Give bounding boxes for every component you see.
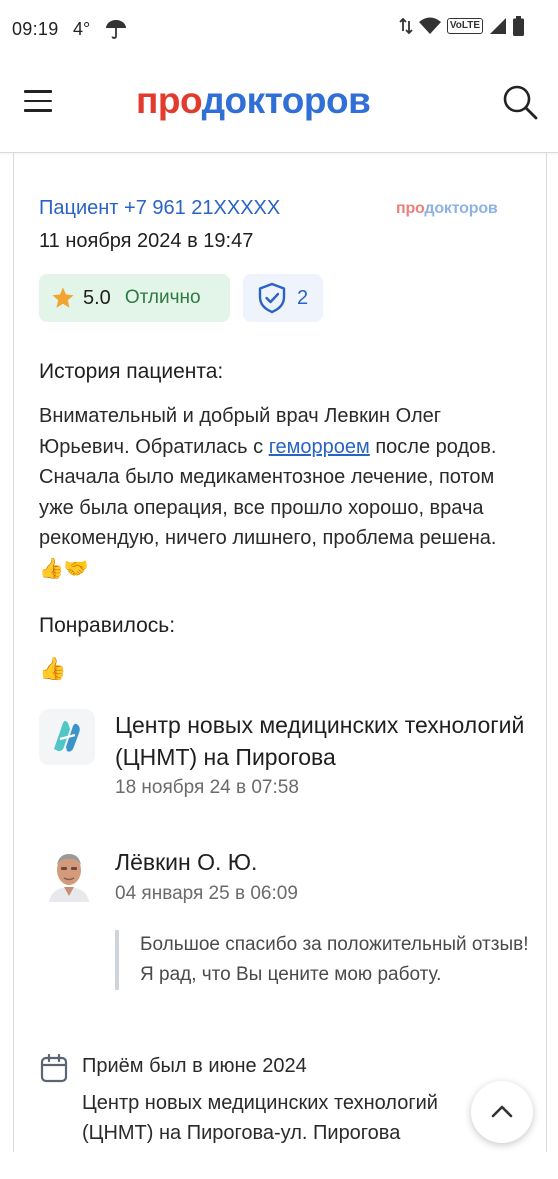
visit-date-title: Приём был в июне 2024 bbox=[82, 1055, 307, 1077]
logo-part-pro: про bbox=[136, 80, 202, 121]
rating-badge[interactable]: 5.0 Отлично bbox=[39, 274, 230, 322]
verification-count: 2 bbox=[297, 286, 309, 309]
status-time: 09:19 bbox=[12, 19, 59, 39]
umbrella-icon bbox=[106, 20, 126, 39]
wifi-icon bbox=[418, 17, 441, 34]
doctor-reply-text: Большое спасибо за положительный отзыв! … bbox=[115, 930, 540, 990]
search-icon[interactable] bbox=[502, 84, 538, 120]
scroll-top-button[interactable] bbox=[471, 1081, 533, 1143]
verification-badge[interactable]: 2 bbox=[243, 274, 323, 322]
status-temperature: 4° bbox=[73, 19, 91, 39]
data-arrows-icon bbox=[399, 17, 413, 35]
rating-word: Отлично bbox=[124, 287, 201, 308]
signal-icon bbox=[490, 18, 506, 34]
review-author[interactable]: Пациент +7 961 21XXXXX bbox=[39, 197, 280, 220]
doctor-avatar[interactable] bbox=[47, 850, 91, 902]
status-bar: 09:19 4° VoLTE bbox=[0, 0, 558, 56]
review-date: 11 ноября 2024 в 19:47 bbox=[39, 230, 254, 252]
doctor-reply-date: 04 января 25 в 06:09 bbox=[115, 883, 298, 904]
clinic-name[interactable]: Центр новых медицинских технологий (ЦНМТ… bbox=[115, 709, 535, 773]
doctor-name[interactable]: Лёвкин О. Ю. bbox=[115, 849, 257, 876]
battery-icon bbox=[513, 16, 524, 36]
shield-check-icon bbox=[258, 282, 286, 314]
review-source-logo: продокторов bbox=[396, 200, 498, 218]
liked-text: 👍 bbox=[39, 656, 67, 681]
logo-part-doctors: докторов bbox=[201, 80, 371, 121]
source-logo-part-doctors: докторов bbox=[424, 200, 498, 217]
rating-score: 5.0 bbox=[83, 286, 111, 309]
story-text: Внимательный и добрый врач Левкин Олег Ю… bbox=[39, 401, 519, 584]
liked-heading: Понравилось: bbox=[39, 614, 176, 637]
app-header: продокторов bbox=[0, 56, 558, 153]
hamburger-menu-icon[interactable] bbox=[24, 90, 52, 112]
visit-place-text: Центр новых медицинских технологий (ЦНМТ… bbox=[82, 1092, 438, 1144]
visit-place: Центр новых медицинских технологий (ЦНМТ… bbox=[82, 1088, 452, 1148]
clinic-logo-mark-icon bbox=[54, 721, 80, 752]
clinic-date: 18 ноября 24 в 07:58 bbox=[115, 777, 299, 798]
story-heading: История пациента: bbox=[39, 360, 224, 383]
star-icon bbox=[52, 287, 74, 308]
site-logo[interactable]: продокторов bbox=[136, 80, 371, 122]
source-logo-part-pro: про bbox=[396, 200, 425, 217]
clinic-logo[interactable] bbox=[39, 709, 95, 765]
diagnosis-link[interactable]: геморроем bbox=[269, 436, 370, 458]
calendar-icon bbox=[40, 1053, 68, 1083]
system-icons: VoLTE bbox=[399, 16, 524, 36]
volte-badge: VoLTE bbox=[446, 18, 483, 34]
chevron-up-icon bbox=[491, 1105, 513, 1118]
